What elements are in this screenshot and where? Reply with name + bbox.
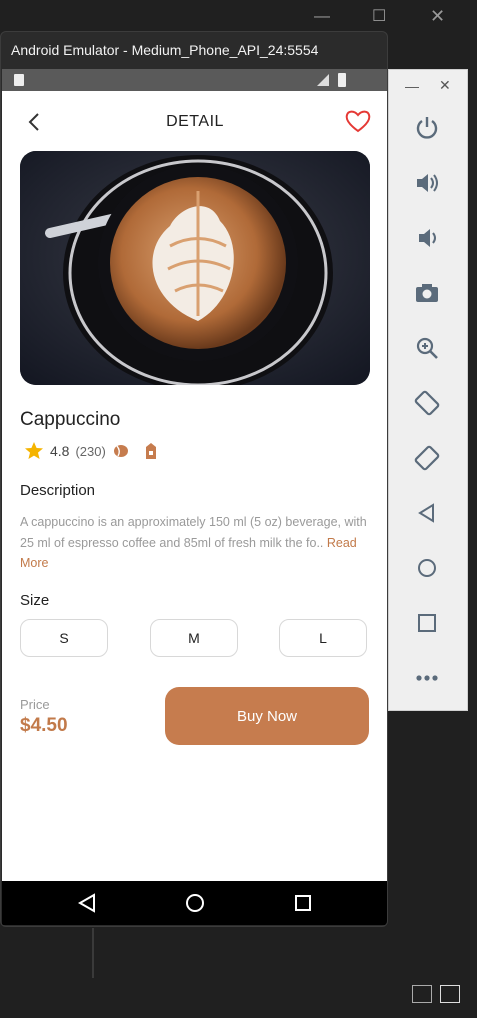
grid-view-icon[interactable] [440,985,460,1003]
more-icon[interactable] [413,664,441,692]
emulator-side-panel: — ✕ [388,69,468,711]
camera-icon[interactable] [413,279,441,307]
nav-home-icon [186,894,204,912]
back-icon[interactable] [413,499,441,527]
coffee-bean-icon [113,445,128,457]
list-view-icon[interactable] [412,985,432,1003]
background-titlebar: — ☐ ✕ [0,0,477,34]
rating-value: 4.8 [50,443,70,459]
product-name: Cappuccino [20,409,121,430]
power-icon[interactable] [413,114,441,142]
panel-close-icon[interactable]: ✕ [439,77,451,94]
product-image [20,151,370,385]
nav-buttons [77,893,311,913]
status-icons [14,73,346,87]
description-heading: Description [20,482,96,499]
android-status-bar [2,69,387,91]
battery-icon [338,73,346,87]
star-icon [25,442,43,459]
sd-card-icon [14,74,24,86]
emulator-window: Android Emulator - Medium_Phone_API_24:5… [0,31,388,927]
price-label: Price [20,697,50,712]
nav-recents-icon [295,895,311,911]
buy-now-button[interactable]: Buy Now [165,687,369,745]
milk-carton-icon [145,443,156,459]
description-body: A cappuccino is an approximately 150 ml … [20,515,367,550]
panel-minimize-icon[interactable]: — [405,78,419,94]
size-option-m[interactable]: M [150,619,238,657]
signal-icon [317,74,329,86]
description-text: A cappuccino is an approximately 150 ml … [20,512,370,574]
minimize-icon[interactable]: — [314,8,330,26]
home-icon[interactable] [413,554,441,582]
zoom-icon[interactable] [413,334,441,362]
rotate-left-icon[interactable] [413,389,441,417]
volume-down-icon[interactable] [413,224,441,252]
rotate-right-icon[interactable] [413,444,441,472]
review-count: (230) [75,443,106,459]
volume-up-icon[interactable] [413,169,441,197]
size-option-s[interactable]: S [20,619,108,657]
app-screen: DETAIL Cappuccino 4.8 (230) Description … [2,91,387,881]
android-nav-bar [2,881,387,925]
maximize-icon[interactable]: ☐ [372,6,386,26]
background-divider [92,928,94,978]
size-option-l[interactable]: L [279,619,367,657]
nav-back-icon [77,893,95,913]
overview-icon[interactable] [413,609,441,637]
emulator-title: Android Emulator - Medium_Phone_API_24:5… [11,42,319,58]
cappuccino-image [20,151,370,385]
page-title: DETAIL [166,113,224,130]
close-icon[interactable]: ✕ [430,6,445,27]
rating-row: 4.8 (230) [24,441,160,461]
price-value: $4.50 [20,715,68,736]
size-heading: Size [20,592,50,609]
favorite-heart-icon[interactable] [345,109,371,133]
